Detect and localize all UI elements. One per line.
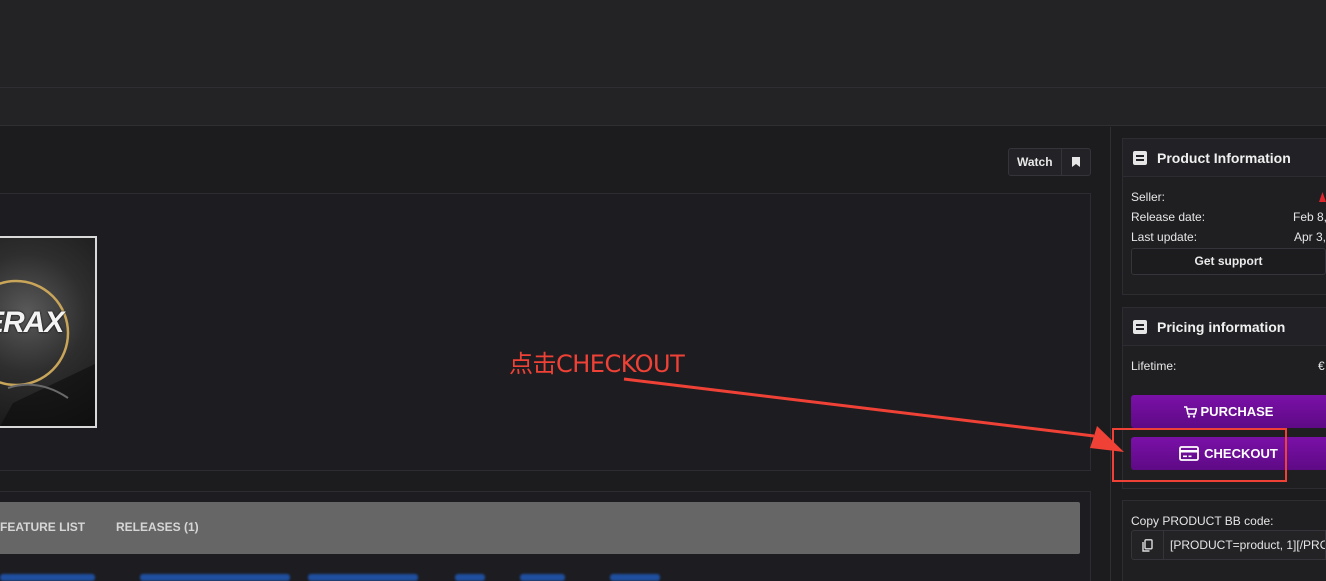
content-preview-blur [455, 574, 485, 581]
annotation-highlight-box [1112, 428, 1287, 482]
document-icon [1133, 319, 1147, 334]
product-cover-image: ERAX [0, 236, 97, 428]
bbcode-label: Copy PRODUCT BB code: [1131, 514, 1274, 528]
top-header [0, 0, 1326, 88]
cover-logo-text: ERAX [0, 306, 64, 339]
tab-feature-list[interactable]: FEATURE LIST [0, 520, 85, 534]
watch-controls: Watch [1008, 148, 1091, 176]
last-update-label: Last update: [1131, 230, 1198, 244]
copy-button[interactable] [1132, 531, 1164, 559]
release-date-label: Release date: [1131, 210, 1206, 224]
release-date-value: Feb 8, [1293, 210, 1326, 224]
document-icon [1133, 150, 1147, 165]
last-update-value: Apr 3, [1294, 230, 1326, 244]
watch-button[interactable]: Watch [1009, 149, 1062, 175]
pricing-header: Pricing information [1123, 308, 1326, 346]
purchase-label: PURCHASE [1200, 404, 1274, 419]
cart-icon [1183, 405, 1197, 418]
bookmark-button[interactable] [1062, 149, 1090, 175]
bbcode-field: [PRODUCT=product, 1][/PROD [1131, 530, 1326, 560]
content-preview-blur [308, 574, 418, 581]
annotation-text: 点击CHECKOUT [509, 350, 685, 378]
content-preview-blur [610, 574, 660, 581]
product-info-title: Product Information [1157, 149, 1291, 166]
content-preview-blur [520, 574, 565, 581]
product-cover-section [0, 193, 1091, 471]
nav-bar [0, 88, 1326, 126]
bookmark-icon [1071, 157, 1080, 167]
get-support-button[interactable]: Get support [1131, 248, 1326, 275]
product-info-header: Product Information [1123, 139, 1326, 177]
purchase-button[interactable]: PURCHASE [1131, 395, 1326, 428]
lifetime-label: Lifetime: [1131, 359, 1177, 373]
copy-icon [1142, 538, 1153, 552]
bbcode-value[interactable]: [PRODUCT=product, 1][/PROD [1164, 531, 1325, 559]
content-preview-blur [140, 574, 290, 581]
content-preview-blur [0, 574, 95, 581]
tab-releases[interactable]: RELEASES (1) [116, 520, 199, 534]
pricing-title: Pricing information [1157, 318, 1286, 335]
seller-label: Seller: [1131, 190, 1166, 204]
lifetime-price: € [1318, 359, 1325, 373]
